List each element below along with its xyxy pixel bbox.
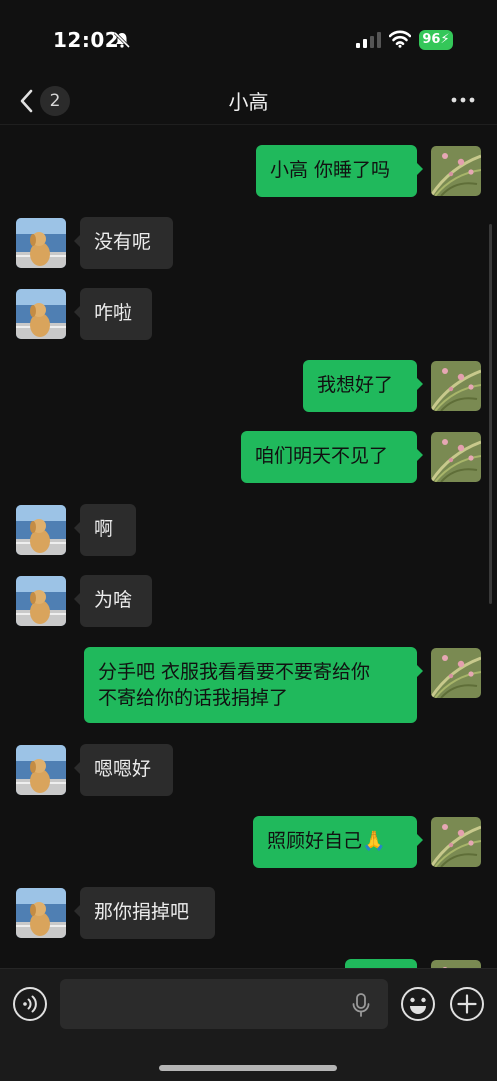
voice-icon[interactable] [12,986,48,1022]
my-avatar[interactable] [431,432,481,482]
outgoing-message-bubble[interactable]: 小高 你睡了吗 [256,145,423,197]
home-indicator [159,1065,337,1071]
status-time: 12:02 [53,28,120,52]
incoming-message-bubble[interactable]: 为啥 [74,575,152,627]
message-list[interactable]: 小高 你睡了吗没有呢咋啦我想好了咱们明天不见了啊为啥分手吧 衣服我看看要不要寄给… [0,124,497,968]
battery-level: 96 [422,32,441,47]
my-avatar[interactable] [431,361,481,411]
my-avatar[interactable] [431,146,481,196]
incoming-message-bubble[interactable]: 啊 [74,504,136,556]
incoming-message-bubble[interactable]: 嗯嗯好 [74,744,173,796]
chat-title: 小高 [228,90,269,114]
contact-avatar[interactable] [16,888,66,938]
plus-icon[interactable] [449,986,485,1022]
nav-bar: 小高 2 [0,80,497,125]
contact-avatar[interactable] [16,218,66,268]
outgoing-message-bubble[interactable]: 我想好了 [303,360,423,412]
status-bar: 12:02 96⚡ [0,0,497,80]
scroll-indicator [489,224,492,604]
contact-avatar[interactable] [16,745,66,795]
contact-avatar[interactable] [16,289,66,339]
outgoing-message-bubble[interactable]: 分手吧 衣服我看看要不要寄给你 不寄给你的话我捐掉了 [84,647,423,723]
contact-avatar[interactable] [16,576,66,626]
mute-bell-icon [113,31,131,49]
back-chevron-icon[interactable] [14,86,38,116]
incoming-message-bubble[interactable]: 咋啦 [74,288,152,340]
more-dots-icon[interactable] [449,90,477,110]
incoming-message-bubble[interactable]: 没有呢 [74,217,173,269]
contact-avatar[interactable] [16,505,66,555]
outgoing-message-bubble[interactable]: 咱们明天不见了 [241,431,423,483]
signal-icon [356,32,381,48]
my-avatar[interactable] [431,960,481,968]
incoming-message-bubble[interactable]: 那你捐掉吧 [74,887,215,939]
my-avatar[interactable] [431,648,481,698]
message-input[interactable] [60,979,388,1029]
emoji-icon[interactable] [400,986,436,1022]
outgoing-message-bubble[interactable]: 照顾好自己🙏 [253,816,423,868]
input-bar [0,968,497,1081]
battery-indicator: 96⚡ [419,30,453,50]
my-avatar[interactable] [431,817,481,867]
unread-count-badge[interactable]: 2 [40,86,70,116]
wifi-icon [389,30,411,48]
outgoing-message-bubble[interactable] [345,959,417,968]
microphone-icon[interactable] [350,992,372,1018]
